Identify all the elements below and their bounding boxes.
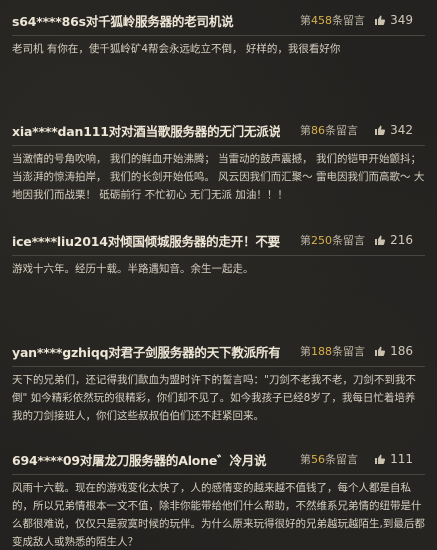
count-suffix: 条留言 <box>332 14 365 27</box>
message-title[interactable]: 694****09对屠龙刀服务器的Alone゛冷月说 <box>12 450 280 469</box>
message-header: ice****liu2014对倾国倾城服务器的走开！不要闹... 第250条留言… <box>12 228 425 252</box>
like-button[interactable]: 342 <box>374 123 413 137</box>
message-body: 游戏十六年。经历十载。半路遇知音。余生一起走。 <box>12 263 254 275</box>
message-count: 第86条留言 <box>300 122 358 138</box>
message-title[interactable]: xia****dan111对对酒当歌服务器的无门无派说 <box>12 121 280 140</box>
message-title[interactable]: s64****86s对千狐岭服务器的老司机说 <box>12 11 280 30</box>
message-board: s64****86s对千狐岭服务器的老司机说 第458条留言 349 老司机 有… <box>0 0 437 550</box>
divider <box>12 145 425 146</box>
divider <box>12 366 425 367</box>
message-card: s64****86s对千狐岭服务器的老司机说 第458条留言 349 老司机 有… <box>0 8 437 58</box>
message-count: 第250条留言 <box>300 232 365 248</box>
message-count: 第188条留言 <box>300 343 365 359</box>
like-count: 186 <box>390 344 413 358</box>
count-number: 188 <box>311 345 332 358</box>
count-prefix: 第 <box>300 234 311 247</box>
message-card: yan****gzhiqq对君子剑服务器的天下教派所有兄... 第188条留言 … <box>0 339 437 425</box>
message-body: 老司机 有你在，使千狐岭矿4帮会永远屹立不倒， 好样的，我很看好你 <box>12 43 341 55</box>
message-title[interactable]: yan****gzhiqq对君子剑服务器的天下教派所有兄... <box>12 342 280 361</box>
like-count: 216 <box>390 233 413 247</box>
message-header: 694****09对屠龙刀服务器的Alone゛冷月说 第56条留言 111 <box>12 447 425 471</box>
like-button[interactable]: 186 <box>374 344 413 358</box>
message-count: 第458条留言 <box>300 12 365 28</box>
count-prefix: 第 <box>300 345 311 358</box>
count-number: 458 <box>311 14 332 27</box>
count-suffix: 条留言 <box>325 124 358 137</box>
divider <box>12 474 425 475</box>
like-count: 342 <box>390 123 413 137</box>
like-button[interactable]: 111 <box>374 452 413 466</box>
divider <box>12 35 425 36</box>
message-header: xia****dan111对对酒当歌服务器的无门无派说 第86条留言 342 <box>12 118 425 142</box>
thumbs-up-icon <box>375 15 386 25</box>
like-count: 349 <box>390 13 413 27</box>
message-body: 风雨十六载。现在的游戏变化太快了，人的感情变的越来越不值钱了，每个人都是自私的，… <box>12 482 425 548</box>
thumbs-up-icon <box>375 235 386 245</box>
message-card: 694****09对屠龙刀服务器的Alone゛冷月说 第56条留言 111 风雨… <box>0 447 437 550</box>
like-button[interactable]: 216 <box>374 233 413 247</box>
count-suffix: 条留言 <box>332 345 365 358</box>
message-body: 天下的兄弟们，还记得我们歃血为盟时许下的誓言吗："刀剑不老我不老，刀剑不到我不倒… <box>12 374 416 422</box>
count-prefix: 第 <box>300 453 311 466</box>
thumbs-up-icon <box>375 346 386 356</box>
message-body: 当激情的号角吹响， 我们的鲜血开始沸腾； 当雷动的鼓声震撼， 我们的铠甲开始颤抖… <box>12 153 425 201</box>
count-number: 250 <box>311 234 332 247</box>
thumbs-up-icon <box>375 125 386 135</box>
count-number: 86 <box>311 124 325 137</box>
like-button[interactable]: 349 <box>374 13 413 27</box>
thumbs-up-icon <box>375 454 386 464</box>
count-suffix: 条留言 <box>325 453 358 466</box>
count-prefix: 第 <box>300 124 311 137</box>
count-suffix: 条留言 <box>332 234 365 247</box>
count-prefix: 第 <box>300 14 311 27</box>
like-count: 111 <box>390 452 413 466</box>
divider <box>12 255 425 256</box>
message-header: s64****86s对千狐岭服务器的老司机说 第458条留言 349 <box>12 8 425 32</box>
message-card: ice****liu2014对倾国倾城服务器的走开！不要闹... 第250条留言… <box>0 228 437 278</box>
message-title[interactable]: ice****liu2014对倾国倾城服务器的走开！不要闹... <box>12 231 280 250</box>
count-number: 56 <box>311 453 325 466</box>
message-count: 第56条留言 <box>300 451 358 467</box>
message-header: yan****gzhiqq对君子剑服务器的天下教派所有兄... 第188条留言 … <box>12 339 425 363</box>
message-card: xia****dan111对对酒当歌服务器的无门无派说 第86条留言 342 当… <box>0 118 437 204</box>
